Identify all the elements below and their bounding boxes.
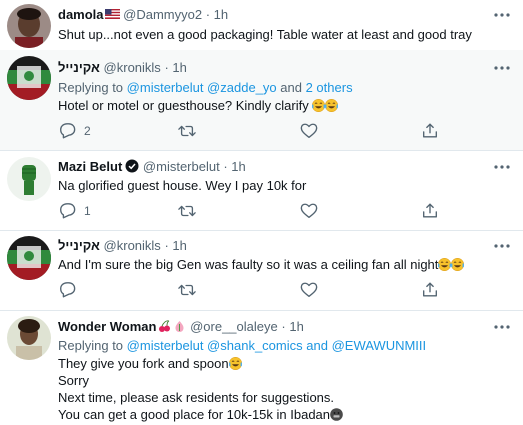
tweet-text: They give you fork and spoon xyxy=(58,356,229,371)
replying-label: Replying to xyxy=(58,80,124,95)
replying-label: Replying to xyxy=(58,338,124,353)
tweet-ore-olaleye[interactable]: Wonder Woman @ore__olaleye · 1h Replying… xyxy=(0,310,523,425)
more-icon[interactable] xyxy=(493,322,511,332)
like-icon xyxy=(300,281,318,299)
display-name[interactable]: Mazi Belut xyxy=(58,159,122,174)
display-name[interactable]: אקינייל xyxy=(58,238,100,253)
retweet-icon xyxy=(178,281,196,299)
tears-of-joy-emoji xyxy=(451,258,465,271)
display-name[interactable]: אקינייל xyxy=(58,60,100,75)
retweet-button[interactable] xyxy=(178,202,196,220)
retweet-button[interactable] xyxy=(178,122,196,140)
tweet-text-line-4: You can get a good place for 10k-15k in … xyxy=(58,407,343,422)
share-icon xyxy=(421,202,439,220)
avatar[interactable] xyxy=(7,157,51,201)
reply-button[interactable]: 1 xyxy=(58,202,91,220)
reply-button[interactable] xyxy=(58,281,76,299)
tweet-actions xyxy=(58,281,448,299)
tears-of-joy-emoji xyxy=(325,99,339,112)
avatar[interactable] xyxy=(7,56,51,100)
user-handle[interactable]: @kronikls xyxy=(104,238,161,253)
share-button[interactable] xyxy=(421,202,439,220)
tweet-kronikls[interactable]: אקינייל @kronikls · 1h Replying to @mist… xyxy=(0,50,523,150)
verified-icon xyxy=(125,159,139,173)
reply-count: 2 xyxy=(84,124,91,138)
replying-others-link[interactable]: 2 others xyxy=(306,80,353,95)
tweet-misterbelut[interactable]: Mazi Belut @misterbelut · 1h Na glorifie… xyxy=(0,150,523,230)
user-handle[interactable]: @Dammyyo2 xyxy=(123,7,202,22)
replying-and: and xyxy=(280,80,302,95)
reply-icon xyxy=(58,122,76,140)
reply-icon xyxy=(58,281,76,299)
tears-of-joy-emoji xyxy=(312,99,326,112)
tweet-text-row: Hotel or motel or guesthouse? Kindly cla… xyxy=(58,98,339,113)
user-handle[interactable]: @ore__olaleye xyxy=(190,319,278,334)
like-icon xyxy=(300,122,318,140)
tweet-kronikls-2[interactable]: אקינייל @kronikls · 1h And I'm sure the … xyxy=(0,230,523,310)
like-button[interactable] xyxy=(300,202,318,220)
tweet-text-line-3: Next time, please ask residents for sugg… xyxy=(58,390,335,405)
more-icon[interactable] xyxy=(493,63,511,73)
tweet-text: You can get a good place for 10k-15k in … xyxy=(58,407,331,422)
like-button[interactable] xyxy=(300,281,318,299)
tweet-actions: 2 xyxy=(58,122,448,140)
share-button[interactable] xyxy=(421,281,439,299)
replying-and: and xyxy=(306,338,328,353)
dot-separator: · xyxy=(223,159,228,174)
avatar[interactable] xyxy=(7,236,51,280)
tweet-text: And I'm sure the big Gen was faulty so i… xyxy=(58,257,439,272)
dot-separator: · xyxy=(281,319,286,334)
replying-users-link[interactable]: @misterbelut @shank_comics xyxy=(127,338,303,353)
reply-count: 1 xyxy=(84,204,91,218)
tweet-text: Hotel or motel or guesthouse? Kindly cla… xyxy=(58,98,309,113)
timestamp[interactable]: 1h xyxy=(214,7,228,22)
more-icon[interactable] xyxy=(493,162,511,172)
dot-separator: · xyxy=(205,7,211,22)
timestamp[interactable]: 1h xyxy=(172,238,186,253)
tweet-text-line-2: Sorry xyxy=(58,373,90,388)
reply-button[interactable]: 2 xyxy=(58,122,91,140)
avatar[interactable] xyxy=(7,316,51,360)
replying-to: Replying to @misterbelut @zadde_yo and 2… xyxy=(58,80,353,95)
timestamp[interactable]: 1h xyxy=(289,319,303,334)
user-handle[interactable]: @misterbelut xyxy=(143,159,220,174)
replying-others-link[interactable]: @EWAWUNMIII xyxy=(332,338,427,353)
dot-separator: · xyxy=(164,60,169,75)
share-button[interactable] xyxy=(421,122,439,140)
tweet-text: Shut up...not even a good packaging! Tab… xyxy=(58,27,472,42)
grimace-emoji xyxy=(330,408,343,421)
tweet-text-row: And I'm sure the big Gen was faulty so i… xyxy=(58,257,465,272)
retweet-icon xyxy=(178,202,196,220)
dot-separator: · xyxy=(164,238,169,253)
like-icon xyxy=(300,202,318,220)
tweet-text: Na glorified guest house. Wey I pay 10k … xyxy=(58,178,307,193)
timestamp[interactable]: 1h xyxy=(231,159,245,174)
replying-users-link[interactable]: @misterbelut @zadde_yo xyxy=(127,80,277,95)
share-icon xyxy=(421,122,439,140)
timestamp[interactable]: 1h xyxy=(172,60,186,75)
tears-of-joy-emoji xyxy=(228,357,242,370)
replying-to: Replying to @misterbelut @shank_comics a… xyxy=(58,338,426,353)
share-icon xyxy=(421,281,439,299)
retweet-icon xyxy=(178,122,196,140)
fist-emoji xyxy=(173,320,186,333)
more-icon[interactable] xyxy=(493,10,511,20)
tweet-actions: 1 xyxy=(58,202,448,220)
tweet-text-line-1: They give you fork and spoon xyxy=(58,356,242,371)
retweet-button[interactable] xyxy=(178,281,196,299)
reply-icon xyxy=(58,202,76,220)
user-handle[interactable]: @kronikls xyxy=(104,60,161,75)
cherries-emoji xyxy=(158,320,171,333)
more-icon[interactable] xyxy=(493,241,511,251)
avatar[interactable] xyxy=(7,4,51,48)
us-flag-icon xyxy=(104,7,120,19)
display-name[interactable]: damola xyxy=(58,7,104,22)
like-button[interactable] xyxy=(300,122,318,140)
display-name[interactable]: Wonder Woman xyxy=(58,319,156,334)
tweet-damola[interactable]: damola @Dammyyo2 · 1h Shut up...not even… xyxy=(0,0,523,50)
tears-of-joy-emoji xyxy=(438,258,452,271)
